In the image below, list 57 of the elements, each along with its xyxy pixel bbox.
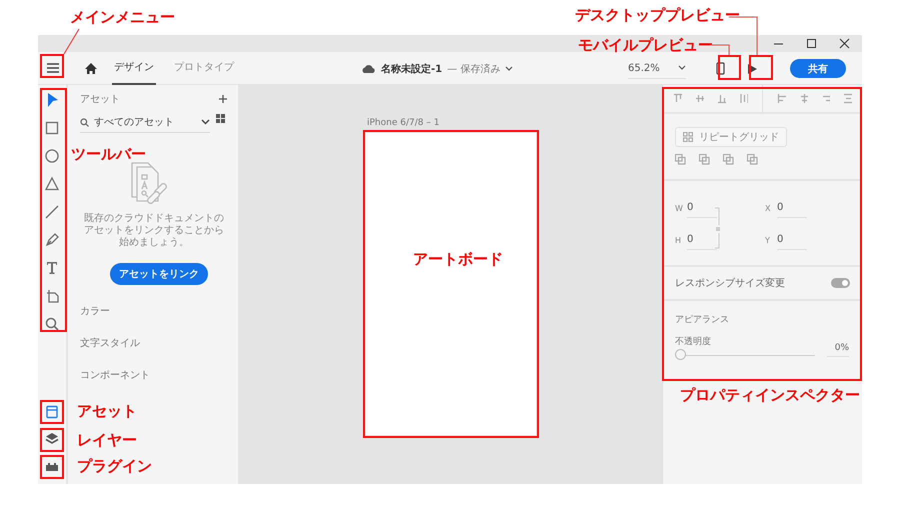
callout-label: デスクトッププレビュー — [575, 6, 740, 24]
close-icon[interactable] — [837, 36, 852, 51]
caret-icon[interactable] — [505, 66, 514, 72]
artboard-name[interactable]: iPhone 6/7/8 – 1 — [367, 117, 662, 129]
phone-icon — [716, 62, 725, 75]
opacity-value[interactable]: 0% — [827, 343, 849, 357]
callout-label: アセット — [77, 402, 137, 420]
plus-icon[interactable] — [218, 94, 228, 104]
callout-label: プロパティインスペクター — [680, 386, 860, 404]
tab[interactable]: プロトタイプ — [172, 52, 236, 84]
callout-label: メインメニュー — [70, 8, 175, 26]
play-icon — [747, 62, 758, 74]
asset-section-header[interactable]: カラー — [80, 307, 228, 317]
search-icon — [80, 118, 89, 126]
highlight-frame — [749, 55, 773, 80]
highlight-frame — [40, 428, 64, 452]
cloud-icon — [361, 64, 376, 74]
save-status: — 保存済み — [447, 62, 500, 76]
document-title: 名称未設定-1 — [381, 62, 442, 76]
dimension-field[interactable]: 0 — [687, 198, 717, 218]
callout-label: プラグイン — [77, 457, 152, 475]
dimension-field[interactable]: 0 — [777, 230, 807, 250]
field-label: W — [675, 204, 682, 212]
responsive-resize-label: レスポンシブサイズ変更 — [675, 276, 785, 290]
opacity-label: 不透明度 — [675, 336, 711, 348]
highlight-frame — [718, 55, 741, 80]
menu-icon — [46, 62, 60, 74]
home-icon[interactable] — [84, 62, 98, 74]
highlight-frame — [40, 455, 64, 479]
asset-filter[interactable]: すべてのアセット — [94, 115, 196, 129]
dimension-field[interactable]: 0 — [687, 230, 717, 250]
highlight-frame — [40, 400, 64, 424]
grid-view-icon[interactable] — [216, 114, 225, 123]
asset-section-header[interactable]: 文字スタイル — [80, 339, 228, 349]
callout-label: ツールバー — [71, 145, 146, 163]
zoom-field[interactable]: 65.2% — [628, 58, 686, 79]
empty-state-message: 既存のクラウドドキュメントのアセットをリンクすることから始めましょう。 — [83, 213, 225, 249]
field-label: X — [765, 204, 772, 212]
panel-title: アセット — [80, 93, 120, 106]
chevron-down-icon[interactable] — [201, 119, 210, 125]
toggle-switch[interactable] — [831, 278, 850, 288]
repeat-grid-button[interactable]: リピートグリッド — [675, 127, 787, 147]
maximize-icon[interactable] — [804, 36, 819, 51]
slider-thumb[interactable] — [675, 349, 686, 360]
caret-icon — [678, 65, 686, 71]
leader-line — [64, 28, 80, 54]
asset-section-header[interactable]: コンポーネント — [80, 371, 228, 381]
dimension-field[interactable]: 0 — [777, 198, 807, 218]
section-title: アピアランス — [675, 314, 730, 326]
callout-label: レイヤー — [77, 431, 137, 449]
field-label: Y — [765, 236, 771, 244]
callout-label: アートボード — [413, 250, 503, 268]
share-button[interactable]: 共有 — [790, 59, 846, 78]
grid-icon — [683, 132, 693, 142]
field-label: H — [675, 236, 682, 244]
link-assets-button[interactable]: アセットをリンク — [110, 263, 208, 285]
highlight-frame — [40, 54, 64, 78]
